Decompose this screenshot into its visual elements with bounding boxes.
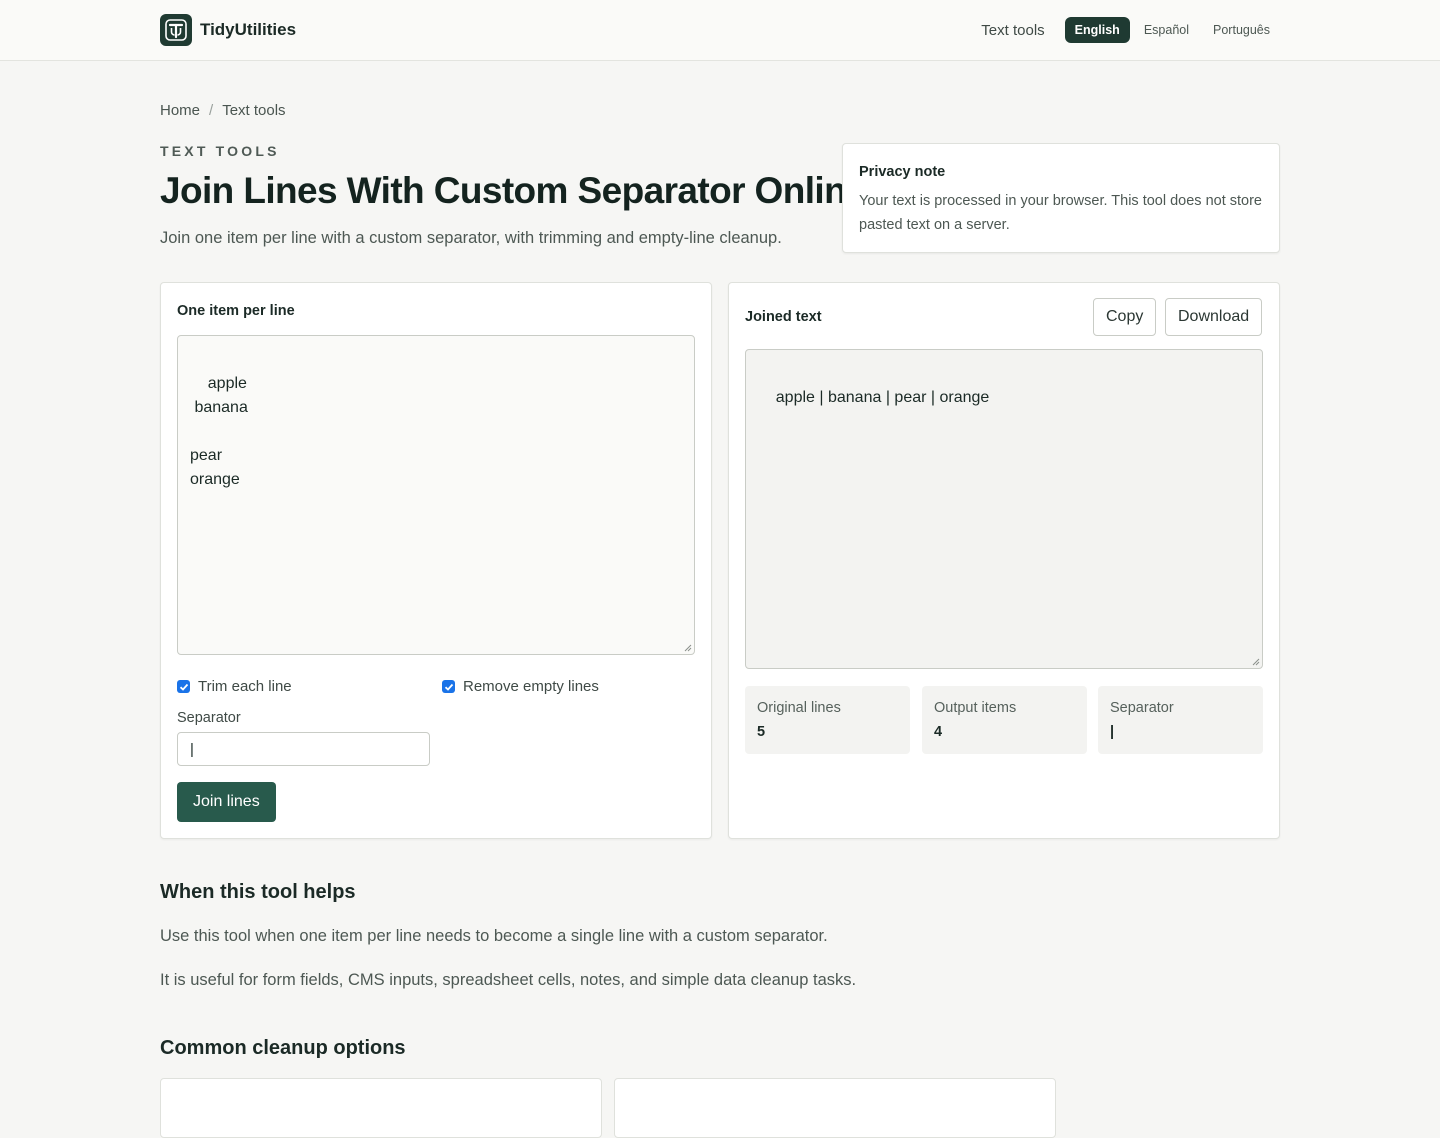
lang-english[interactable]: English [1064, 17, 1130, 43]
option-card [160, 1078, 602, 1138]
top-bar: TidyUtilities Text tools English Español… [0, 0, 1440, 61]
eyebrow: TEXT TOOLS [160, 143, 280, 159]
brand-link[interactable]: TidyUtilities [160, 14, 296, 46]
remove-empty-checkbox[interactable] [442, 680, 455, 693]
privacy-text: Your text is processed in your browser. … [859, 193, 1262, 233]
resize-handle-icon[interactable] [1250, 656, 1260, 666]
helps-heading: When this tool helps [160, 881, 356, 903]
stat-separator: Separator | [1098, 686, 1263, 754]
stat-value: 5 [757, 724, 766, 740]
copy-button[interactable]: Copy [1093, 298, 1157, 336]
download-button[interactable]: Download [1165, 298, 1263, 336]
stat-label: Separator [1110, 700, 1174, 716]
lang-portugues[interactable]: Português [1203, 17, 1280, 43]
logo-icon [160, 14, 192, 46]
stat-value: 4 [934, 724, 943, 740]
resize-handle-icon[interactable] [682, 642, 692, 652]
breadcrumb-separator: / [209, 102, 214, 119]
trim-checkbox[interactable] [177, 680, 190, 693]
output-textarea[interactable]: apple | banana | pear | orange [745, 349, 1263, 669]
helps-paragraph-1: Use this tool when one item per line nee… [160, 927, 828, 945]
breadcrumb-home[interactable]: Home [160, 102, 200, 119]
remove-empty-option[interactable]: Remove empty lines [442, 678, 599, 695]
nav-text-tools[interactable]: Text tools [981, 22, 1044, 39]
privacy-note: Privacy note Your text is processed in y… [842, 143, 1280, 253]
privacy-title: Privacy note [859, 164, 946, 180]
stat-original-lines: Original lines 5 [745, 686, 910, 754]
stat-label: Original lines [757, 700, 841, 716]
brand-name: TidyUtilities [200, 20, 297, 39]
breadcrumb: Home / Text tools [160, 102, 286, 119]
remove-empty-label: Remove empty lines [463, 678, 599, 695]
separator-input[interactable]: | [177, 732, 430, 766]
helps-paragraph-2: It is useful for form fields, CMS inputs… [160, 971, 857, 989]
input-panel: One item per line apple banana pear oran… [160, 282, 712, 839]
options-heading: Common cleanup options [160, 1037, 406, 1059]
separator-label: Separator [177, 710, 241, 726]
stat-output-items: Output items 4 [922, 686, 1087, 754]
output-panel: Joined text Copy Download apple | banana… [728, 282, 1280, 839]
page-title: Join Lines With Custom Separator Online [160, 170, 867, 211]
breadcrumb-current[interactable]: Text tools [222, 102, 285, 119]
page-subtitle: Join one item per line with a custom sep… [160, 229, 782, 247]
stat-value: | [1110, 724, 1115, 740]
output-text: apple | banana | pear | orange [775, 389, 990, 406]
trim-option[interactable]: Trim each line [177, 678, 292, 695]
option-card [614, 1078, 1056, 1138]
join-lines-button[interactable]: Join lines [177, 782, 276, 822]
stat-label: Output items [934, 700, 1017, 716]
trim-label: Trim each line [198, 678, 292, 695]
input-textarea[interactable]: apple banana pear orange [177, 335, 695, 655]
output-label: Joined text [745, 309, 822, 325]
input-text: apple banana pear orange [190, 375, 248, 488]
main-nav: Text tools English Español Português [981, 16, 1280, 44]
lang-espanol[interactable]: Español [1134, 17, 1199, 43]
input-label: One item per line [177, 303, 295, 319]
